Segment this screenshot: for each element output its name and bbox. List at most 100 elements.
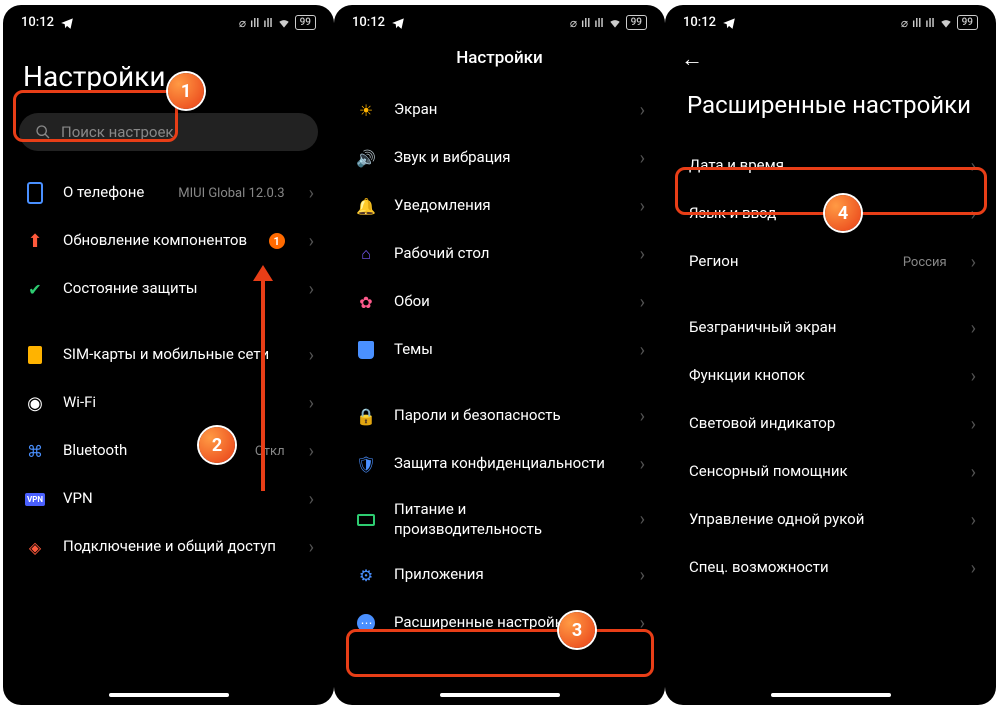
chevron-icon: ›	[640, 292, 645, 313]
battery-icon: 99	[295, 15, 316, 30]
chevron-icon: ›	[640, 509, 645, 530]
chevron-icon: ›	[971, 252, 976, 273]
telegram-icon	[722, 16, 736, 30]
callout-3: 3	[559, 612, 595, 648]
item-privacy[interactable]: 🛡 Защита конфиденциальности ›	[334, 440, 665, 488]
item-led[interactable]: Световой индикатор ›	[665, 400, 996, 448]
item-security-status[interactable]: ✔ Состояние защиты ›	[3, 265, 334, 313]
item-touch-assistant[interactable]: Сенсорный помощник ›	[665, 448, 996, 496]
item-one-handed[interactable]: Управление одной рукой ›	[665, 496, 996, 544]
sun-icon: ☀	[359, 101, 373, 120]
chevron-icon: ›	[309, 345, 314, 366]
chevron-icon: ›	[309, 441, 314, 462]
chevron-icon: ›	[971, 462, 976, 483]
battery-icon: 99	[626, 15, 647, 30]
chevron-icon: ›	[640, 406, 645, 427]
item-wifi[interactable]: ◉ Wi-Fi ›	[3, 379, 334, 427]
chevron-icon: ›	[640, 100, 645, 121]
shield-icon: 🛡	[356, 455, 376, 474]
back-button[interactable]: ←	[681, 46, 703, 72]
phone-screen-3: 10:12 ⌀ıllıll 99 ← Расширенные настройки…	[665, 5, 996, 705]
bluetooth-icon: ⌘	[27, 442, 43, 461]
battery-icon	[357, 514, 375, 526]
chevron-icon: ›	[309, 537, 314, 558]
status-bar: 10:12 ⌀ıllıll 99	[334, 5, 665, 36]
chevron-icon: ›	[971, 156, 976, 177]
chevron-icon: ›	[640, 454, 645, 475]
battery-icon: 99	[957, 15, 978, 30]
page-title: Настройки	[334, 36, 665, 86]
item-about-phone[interactable]: О телефоне MIUI Global 12.0.3 ›	[3, 169, 334, 217]
status-icons: ⌀ıllıll 99	[239, 15, 316, 30]
page-title: Расширенные настройки	[665, 72, 996, 142]
gear-icon: ⚙	[359, 566, 373, 585]
status-icons: ⌀ıllıll 99	[570, 15, 647, 30]
item-sound[interactable]: 🔊 Звук и вибрация ›	[334, 134, 665, 182]
arrow-up-icon: ⬆	[27, 231, 42, 252]
telegram-icon	[60, 16, 74, 30]
item-desktop[interactable]: ⌂ Рабочий стол ›	[334, 230, 665, 278]
chevron-icon: ›	[971, 510, 976, 531]
chevron-icon: ›	[971, 366, 976, 387]
arrow-annotation	[261, 265, 273, 491]
chevron-icon: ›	[640, 613, 645, 634]
home-icon: ⌂	[361, 244, 371, 264]
gesture-bar[interactable]	[109, 693, 229, 697]
status-icons: ⌀ıllıll 99	[901, 15, 978, 30]
chevron-icon: ›	[309, 393, 314, 414]
callout-1: 1	[168, 73, 204, 109]
dots-icon: ⋯	[357, 614, 375, 632]
chevron-icon: ›	[971, 414, 976, 435]
item-region[interactable]: Регион Россия ›	[665, 238, 996, 286]
phone-screen-2: 10:12 ⌀ıllıll 99 Настройки ☀ Экран › 🔊 З…	[334, 5, 665, 705]
item-button-functions[interactable]: Функции кнопок ›	[665, 352, 996, 400]
brush-icon	[358, 341, 374, 359]
item-date-time[interactable]: Дата и время ›	[665, 142, 996, 190]
search-placeholder: Поиск настроек	[61, 123, 174, 141]
callout-2: 2	[199, 427, 235, 463]
wifi-icon	[277, 16, 291, 30]
chevron-icon: ›	[309, 489, 314, 510]
gesture-bar[interactable]	[771, 693, 891, 697]
phone-icon	[27, 182, 43, 204]
item-advanced-settings[interactable]: ⋯ Расширенные настройки ›	[334, 599, 665, 647]
chevron-icon: ›	[640, 244, 645, 265]
status-time: 10:12	[352, 15, 385, 30]
item-apps[interactable]: ⚙ Приложения ›	[334, 551, 665, 599]
item-passwords[interactable]: 🔒 Пароли и безопасность ›	[334, 392, 665, 440]
item-accessibility[interactable]: Спец. возможности ›	[665, 544, 996, 592]
chevron-icon: ›	[640, 565, 645, 586]
status-bar: 10:12 ⌀ıllıll 99	[3, 5, 334, 36]
item-vpn[interactable]: VPN VPN ›	[3, 475, 334, 523]
chevron-icon: ›	[971, 318, 976, 339]
vpn-icon: VPN	[25, 493, 45, 506]
item-edgeless-screen[interactable]: Безграничный экран ›	[665, 304, 996, 352]
speaker-icon: 🔊	[356, 149, 376, 168]
item-wallpaper[interactable]: ✿ Обои ›	[334, 278, 665, 326]
chevron-icon: ›	[971, 204, 976, 225]
item-notifications[interactable]: 🔔 Уведомления ›	[334, 182, 665, 230]
item-connection-sharing[interactable]: ◈ Подключение и общий доступ ›	[3, 523, 334, 571]
phone-screen-1: 10:12 ⌀ıllıll 99 Настройки Поиск настрое…	[3, 5, 334, 705]
item-sim-cards[interactable]: SIM-карты и мобильные сети ›	[3, 331, 334, 379]
telegram-icon	[391, 16, 405, 30]
search-icon	[35, 124, 51, 140]
chevron-icon: ›	[640, 148, 645, 169]
shield-icon: ✔	[28, 280, 41, 299]
item-component-update[interactable]: ⬆ Обновление компонентов 1 ›	[3, 217, 334, 265]
wifi-icon: ◉	[27, 393, 43, 414]
item-screen[interactable]: ☀ Экран ›	[334, 86, 665, 134]
bell-icon: 🔔	[356, 197, 376, 216]
callout-4: 4	[825, 195, 861, 231]
search-input[interactable]: Поиск настроек	[19, 113, 318, 151]
item-bluetooth[interactable]: ⌘ Bluetooth Откл ›	[3, 427, 334, 475]
flower-icon: ✿	[359, 293, 372, 312]
gesture-bar[interactable]	[440, 693, 560, 697]
sim-icon	[28, 346, 42, 364]
chevron-icon: ›	[309, 231, 314, 252]
chevron-icon: ›	[640, 196, 645, 217]
item-themes[interactable]: Темы ›	[334, 326, 665, 374]
chevron-icon: ›	[971, 558, 976, 579]
item-power[interactable]: Питание и производительность ›	[334, 488, 665, 551]
chevron-icon: ›	[640, 340, 645, 361]
